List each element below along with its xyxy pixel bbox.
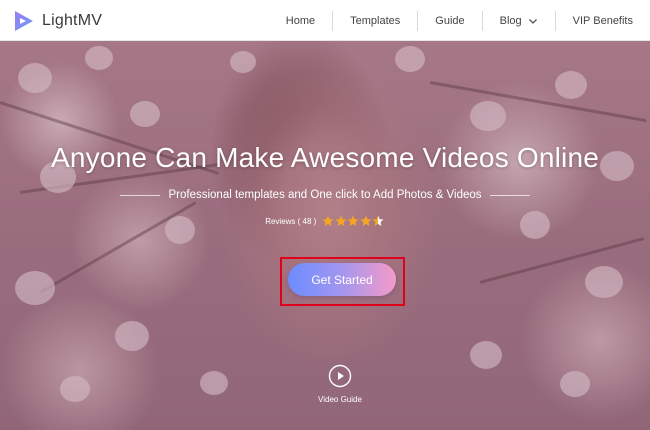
nav-item-blog[interactable]: Blog: [483, 0, 555, 41]
play-triangle-logo-icon: [15, 11, 33, 31]
nav-label: Blog: [499, 14, 522, 27]
logo[interactable]: LightMV: [12, 9, 102, 33]
rating-stars: [322, 215, 385, 227]
nav-item-home[interactable]: Home: [269, 0, 332, 41]
video-guide-label: Video Guide: [318, 395, 362, 404]
hero-subline-row: Professional templates and One click to …: [0, 189, 650, 201]
video-guide-link[interactable]: Video Guide: [300, 364, 380, 404]
star-icon: [372, 215, 384, 226]
star-icon: [360, 215, 372, 226]
get-started-button[interactable]: Get Started: [288, 263, 396, 296]
nav-item-templates[interactable]: Templates: [333, 0, 417, 41]
star-icon: [347, 215, 359, 226]
hero-headline: Anyone Can Make Awesome Videos Online: [50, 142, 600, 173]
nav-item-guide[interactable]: Guide: [418, 0, 481, 41]
logo-text: LightMV: [42, 12, 103, 29]
hero-subline: Professional templates and One click to …: [168, 189, 482, 201]
play-circle-icon: [328, 364, 352, 388]
chevron-down-icon: [528, 18, 537, 24]
nav-label: VIP Benefits: [572, 14, 633, 27]
nav-label: Guide: [435, 14, 465, 27]
nav-label: Home: [285, 14, 316, 27]
divider-line: [120, 194, 161, 196]
divider-line: [489, 194, 530, 196]
reviews-count[interactable]: Reviews ( 48 ): [265, 217, 316, 226]
nav-label: Templates: [350, 14, 401, 27]
nav-item-vip-benefits[interactable]: VIP Benefits: [556, 0, 650, 41]
reviews-row: Reviews ( 48 ): [0, 215, 650, 227]
cta-highlight-box: Get Started: [280, 257, 405, 306]
top-header: LightMV Home Templates Guide Blog VIP Be…: [0, 0, 650, 41]
star-icon: [322, 215, 334, 226]
main-nav: Home Templates Guide Blog VIP Benefits: [269, 0, 650, 41]
hero-banner: Anyone Can Make Awesome Videos Online Pr…: [0, 41, 650, 430]
star-icon: [335, 215, 347, 226]
